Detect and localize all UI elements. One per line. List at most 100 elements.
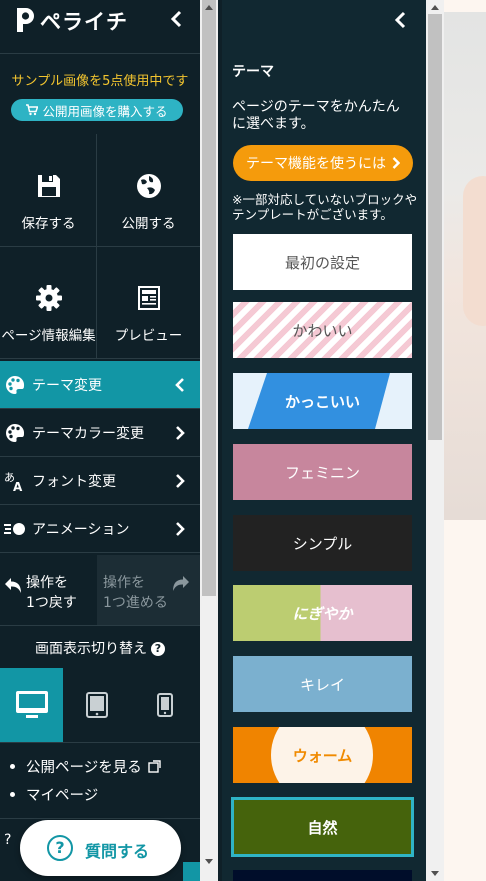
device-tab-desktop[interactable] xyxy=(0,668,63,742)
device-tab-tablet[interactable] xyxy=(63,668,130,742)
scroll-up-arrow-icon[interactable] xyxy=(204,3,214,11)
panel-description: ページのテーマをかんたんに選べます。 xyxy=(232,99,400,132)
redo-label-line2: 1つ進める xyxy=(103,595,168,611)
compatibility-note: ※一部対応していないブロックやテンプレートがございます。 xyxy=(232,192,418,222)
undo-button[interactable]: 操作を 1つ戻す xyxy=(0,555,96,625)
buy-images-button[interactable]: 公開用画像を購入する xyxy=(11,99,183,121)
menu-item-font-change[interactable]: あ A フォント変更 xyxy=(0,457,200,505)
gear-icon xyxy=(35,285,62,311)
help-circle-icon[interactable]: ? xyxy=(151,642,165,656)
redo-button[interactable]: 操作を 1つ進める xyxy=(97,555,200,625)
palette-icon xyxy=(6,375,25,394)
theme-option-simple[interactable]: シンプル xyxy=(233,515,412,571)
theme-option-kawaii[interactable]: かわいい xyxy=(233,302,412,358)
theme-option-kakkoii[interactable]: かっこいい xyxy=(233,373,412,429)
panel-scrollbar-thumb[interactable] xyxy=(428,14,442,440)
theme-option-nigiyaka[interactable]: にぎやか xyxy=(233,585,412,641)
chevron-right-icon xyxy=(392,157,400,169)
menu-item-label: テーマ変更 xyxy=(32,377,102,394)
display-switch-title: 画面表示切り替え? xyxy=(0,638,200,658)
globe-icon xyxy=(136,174,161,198)
font-icon: あ A xyxy=(4,471,23,492)
peraichi-logo-icon xyxy=(17,8,34,32)
chevron-right-icon xyxy=(176,521,185,536)
page-info-edit-button[interactable]: ページ情報編集 xyxy=(0,246,97,358)
divider xyxy=(0,53,200,54)
theme-option-label: シンプル xyxy=(292,534,353,553)
view-public-page-link[interactable]: 公開ページを見る xyxy=(10,756,161,784)
scroll-down-arrow-icon[interactable] xyxy=(430,870,440,878)
collapse-sidebar-chevron-icon[interactable] xyxy=(167,9,187,29)
preview-label: プレビュー xyxy=(114,328,183,344)
logo-text: ペライチ xyxy=(40,10,128,34)
theme-option-next[interactable] xyxy=(233,870,412,881)
theme-option-nature[interactable]: 自然 xyxy=(231,797,414,857)
editor-sidebar: ペライチ サンプル画像を5点使用中です 公開用画像を購入する 保存する 公開する xyxy=(0,0,200,881)
buy-images-label: 公開用画像を購入する xyxy=(42,103,168,119)
ask-question-label: 質問する xyxy=(85,842,150,861)
question-circle-icon: ? xyxy=(47,835,73,861)
display-switch-label: 画面表示切り替え xyxy=(35,641,147,657)
menu-item-label: テーマカラー変更 xyxy=(32,425,144,442)
sidebar-scrollbar-thumb[interactable] xyxy=(202,0,216,596)
scroll-up-arrow-icon[interactable] xyxy=(430,3,440,11)
my-page-link[interactable]: マイページ xyxy=(10,784,161,812)
menu-item-theme-change[interactable]: テーマ変更 xyxy=(0,361,200,409)
tablet-icon xyxy=(85,692,108,718)
sample-image-notice: サンプル画像を5点使用中です xyxy=(11,74,189,89)
device-tab-smartphone[interactable] xyxy=(130,668,200,742)
desktop-icon xyxy=(15,691,48,718)
animation-icon xyxy=(4,522,25,535)
chevron-left-icon xyxy=(175,377,184,392)
smartphone-icon xyxy=(157,693,173,717)
menu-item-animation[interactable]: アニメーション xyxy=(0,505,200,553)
help-mark-icon: ? xyxy=(4,832,12,848)
chevron-right-icon xyxy=(176,473,185,488)
preview-document-icon xyxy=(137,286,160,310)
menu-item-theme-color[interactable]: テーマカラー変更 xyxy=(0,409,200,457)
theme-option-feminine[interactable]: フェミニン xyxy=(233,444,412,500)
theme-option-label: ウォーム xyxy=(292,746,353,765)
divider xyxy=(0,818,200,819)
publish-label: 公開する xyxy=(121,216,176,232)
view-public-page-label: 公開ページを見る xyxy=(26,760,142,776)
theme-option-default[interactable]: 最初の設定 xyxy=(233,234,412,290)
page-links: 公開ページを見る マイページ xyxy=(10,756,161,812)
history-controls: 操作を 1つ戻す 操作を 1つ進める xyxy=(0,555,200,625)
theme-option-warm[interactable]: ウォーム xyxy=(233,727,412,783)
theme-option-label: フェミニン xyxy=(284,463,360,482)
chevron-right-icon xyxy=(176,425,185,440)
menu-item-label: フォント変更 xyxy=(32,473,116,490)
divider xyxy=(0,358,200,359)
save-button[interactable]: 保存する xyxy=(0,134,97,246)
redo-arrow-icon xyxy=(173,576,189,591)
theme-option-label: にぎやか xyxy=(292,604,353,623)
preview-button[interactable]: プレビュー xyxy=(97,246,200,358)
external-link-icon xyxy=(148,760,161,773)
ask-question-button[interactable]: ? 質問する xyxy=(20,820,181,876)
undo-label-line1: 操作を xyxy=(26,575,68,591)
close-panel-chevron-icon[interactable] xyxy=(392,10,408,30)
undo-label-line2: 1つ戻す xyxy=(26,595,77,611)
bottom-accent xyxy=(183,862,200,881)
redo-label-line1: 操作を xyxy=(103,575,145,591)
theme-option-kirei[interactable]: キレイ xyxy=(233,656,412,712)
scroll-down-arrow-icon[interactable] xyxy=(204,858,214,866)
theme-howto-label: テーマ機能を使うには xyxy=(246,156,386,172)
divider xyxy=(0,742,200,743)
menu-item-label: アニメーション xyxy=(32,521,130,538)
undo-arrow-icon xyxy=(5,578,21,593)
my-page-label: マイページ xyxy=(26,788,99,804)
theme-option-label: キレイ xyxy=(299,675,345,694)
theme-howto-button[interactable]: テーマ機能を使うには xyxy=(233,145,413,181)
page-info-edit-label: ページ情報編集 xyxy=(1,328,96,344)
panel-title: テーマ xyxy=(232,64,274,80)
theme-option-label: かっこいい xyxy=(284,392,360,411)
theme-option-label: 自然 xyxy=(307,818,338,837)
floppy-disk-icon xyxy=(37,175,60,197)
palette-icon xyxy=(6,423,25,442)
cart-icon xyxy=(26,104,39,116)
save-label: 保存する xyxy=(21,216,76,232)
publish-button[interactable]: 公開する xyxy=(97,134,200,246)
divider xyxy=(0,625,200,626)
